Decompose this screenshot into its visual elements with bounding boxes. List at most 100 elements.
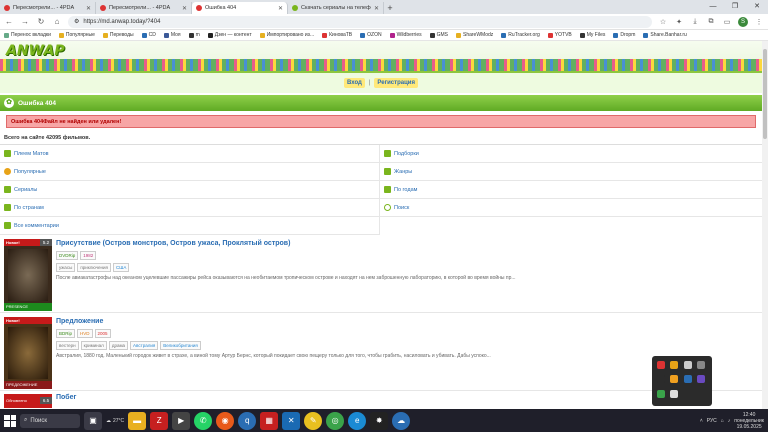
bookmark-item[interactable]: My Files (579, 32, 605, 38)
menu-item-countries[interactable]: По странам (0, 199, 380, 217)
page-scrollbar[interactable] (762, 41, 768, 409)
bookmark-item[interactable]: Популярные (58, 32, 95, 38)
movie-title[interactable]: Побег (56, 394, 76, 404)
chrome-icon[interactable]: ◎ (326, 411, 345, 430)
xnview-icon[interactable]: ✕ (282, 411, 301, 430)
star-icon[interactable]: ☆ (658, 18, 668, 26)
menu-item-years[interactable]: По годам (380, 181, 762, 199)
bookmark-item[interactable]: YOTVB (547, 32, 572, 38)
media-player-icon[interactable]: ◉ (216, 411, 235, 430)
tag[interactable]: Австралия (130, 341, 159, 350)
movie-poster[interactable]: Обновлено 6.5 (4, 394, 52, 408)
tray-app-icon[interactable] (670, 375, 679, 384)
tag[interactable]: драма (108, 341, 129, 350)
tray-app-icon[interactable] (670, 389, 679, 398)
task-view-icon[interactable]: ▣ (84, 411, 102, 430)
bookmark-item[interactable]: m (188, 32, 200, 38)
clapper-icon[interactable]: ▶ (172, 411, 191, 430)
menu-item-search[interactable]: Поиск (380, 199, 762, 217)
menu-item-comments[interactable]: Все комментарии (0, 217, 380, 235)
bookmark-item[interactable]: ShareWModz (456, 32, 493, 38)
register-link[interactable]: Регистрация (374, 78, 418, 88)
bookmark-item[interactable]: CD (141, 32, 156, 38)
site-info-icon[interactable]: ⚙ (74, 18, 79, 25)
tray-app-icon[interactable] (683, 375, 692, 384)
menu-item-collections[interactable]: Подборки (380, 145, 762, 163)
close-tab-icon[interactable]: ✕ (374, 5, 379, 12)
tag[interactable]: DVDRip (56, 251, 79, 260)
bookmark-item[interactable]: GMS (429, 32, 448, 38)
taskbar-search[interactable]: ⌕ Поиск (20, 413, 80, 428)
url-input[interactable]: ⚙ https://md.anwap.today/?404 (68, 15, 652, 28)
tag[interactable]: США (112, 263, 130, 272)
volume-icon[interactable]: ♪ (728, 418, 731, 424)
bookmark-item[interactable]: Dropm (613, 32, 635, 38)
movie-poster[interactable]: Новое! 5.2 PRESENCE (4, 239, 52, 311)
tab-1[interactable]: Пересмотрели... - 4PDA ✕ (96, 2, 192, 14)
home-icon[interactable]: ⌂ (52, 17, 62, 26)
tag[interactable]: 1982 (80, 251, 97, 260)
language-indicator[interactable]: РУС (707, 418, 717, 424)
bookmark-item[interactable]: Дзен — контент (207, 32, 252, 38)
movie-poster[interactable]: Новое! ПРЕДЛОЖЕНИЕ (4, 317, 52, 389)
bookmark-item[interactable]: КиноваTB (322, 32, 352, 38)
minimize-icon[interactable]: — (702, 0, 724, 14)
tag[interactable]: вестерн (56, 341, 79, 350)
windows-start-icon[interactable] (4, 414, 16, 427)
file-explorer-icon[interactable]: ▬ (128, 411, 147, 430)
tag[interactable]: HVD (77, 329, 93, 338)
bookmark-item[interactable]: Импортировано из... (259, 32, 314, 38)
tab-3[interactable]: Скачать сериалы на телефон -✕ (288, 2, 384, 14)
new-tab-button[interactable]: + (384, 2, 396, 14)
login-link[interactable]: Вход (344, 78, 365, 88)
menu-icon[interactable]: ⋮ (754, 18, 764, 26)
close-tab-icon[interactable]: ✕ (182, 5, 187, 12)
bookmark-item[interactable]: Переводы (102, 32, 134, 38)
tray-app-icon[interactable] (657, 361, 665, 369)
close-tab-icon[interactable]: ✕ (278, 5, 283, 12)
tag[interactable]: BDRip (56, 329, 76, 338)
close-window-icon[interactable]: ✕ (746, 0, 768, 14)
tray-app-icon[interactable] (657, 389, 665, 398)
bookmark-item[interactable]: OZON (360, 32, 382, 38)
sidebar-icon[interactable]: ▭ (722, 18, 732, 26)
back-icon[interactable]: ← (4, 17, 14, 26)
weather-widget[interactable]: ☁ 27°C (106, 418, 124, 424)
menu-item-players[interactable]: Плеем Матов (0, 145, 380, 163)
filezilla-icon[interactable]: Z (150, 411, 169, 430)
tab-0[interactable]: Пересмотрели... - 4PDA ✕ (0, 2, 96, 14)
bookmark-item[interactable]: Перенос вкладки (4, 32, 51, 38)
tray-app-icon[interactable] (670, 361, 679, 369)
tray-app-icon[interactable] (696, 375, 705, 384)
clock[interactable]: 12:40 понедельник 19.05.2025 (734, 412, 764, 430)
maximize-icon[interactable]: ❐ (724, 0, 746, 14)
burst-icon[interactable]: ✸ (370, 411, 389, 430)
network-icon[interactable]: ⌂ (721, 418, 724, 424)
tab-2[interactable]: Ошибка 404 ✕ (192, 2, 288, 14)
scrollbar-thumb[interactable] (763, 49, 767, 139)
app-grid-icon[interactable]: ▦ (260, 411, 279, 430)
menu-item-series[interactable]: Сериалы (0, 181, 380, 199)
menu-item-genres[interactable]: Жанры (380, 163, 762, 181)
menu-item-popular[interactable]: Популярные (0, 163, 380, 181)
bookmark-item[interactable]: RuTracker.org (501, 32, 540, 38)
extensions-puzzle-icon[interactable]: ⧉ (706, 18, 716, 26)
movie-title[interactable]: Предложение (56, 318, 758, 325)
bookmark-item[interactable]: Share.Banhar.ru (643, 32, 687, 38)
tag[interactable]: ужасы (56, 263, 76, 272)
forward-icon[interactable]: → (20, 17, 30, 26)
cloud-icon[interactable]: ☁ (392, 411, 411, 430)
tray-app-icon[interactable] (683, 361, 692, 369)
profile-avatar[interactable]: S (738, 16, 748, 27)
tag[interactable]: 2005 (94, 329, 111, 338)
notes-icon[interactable]: ✎ (304, 411, 323, 430)
tag[interactable]: Великобритания (160, 341, 201, 350)
tag[interactable]: криминал (80, 341, 107, 350)
download-icon[interactable]: ⤓ (690, 18, 700, 26)
movie-title[interactable]: Присутствие (Остров монстров, Остров ужа… (56, 240, 758, 247)
site-logo[interactable]: ANWAP (6, 43, 65, 59)
tray-app-icon[interactable] (657, 375, 665, 384)
edge-icon[interactable]: e (348, 411, 367, 430)
close-tab-icon[interactable]: ✕ (86, 5, 91, 12)
qbittorrent-icon[interactable]: q (238, 411, 257, 430)
